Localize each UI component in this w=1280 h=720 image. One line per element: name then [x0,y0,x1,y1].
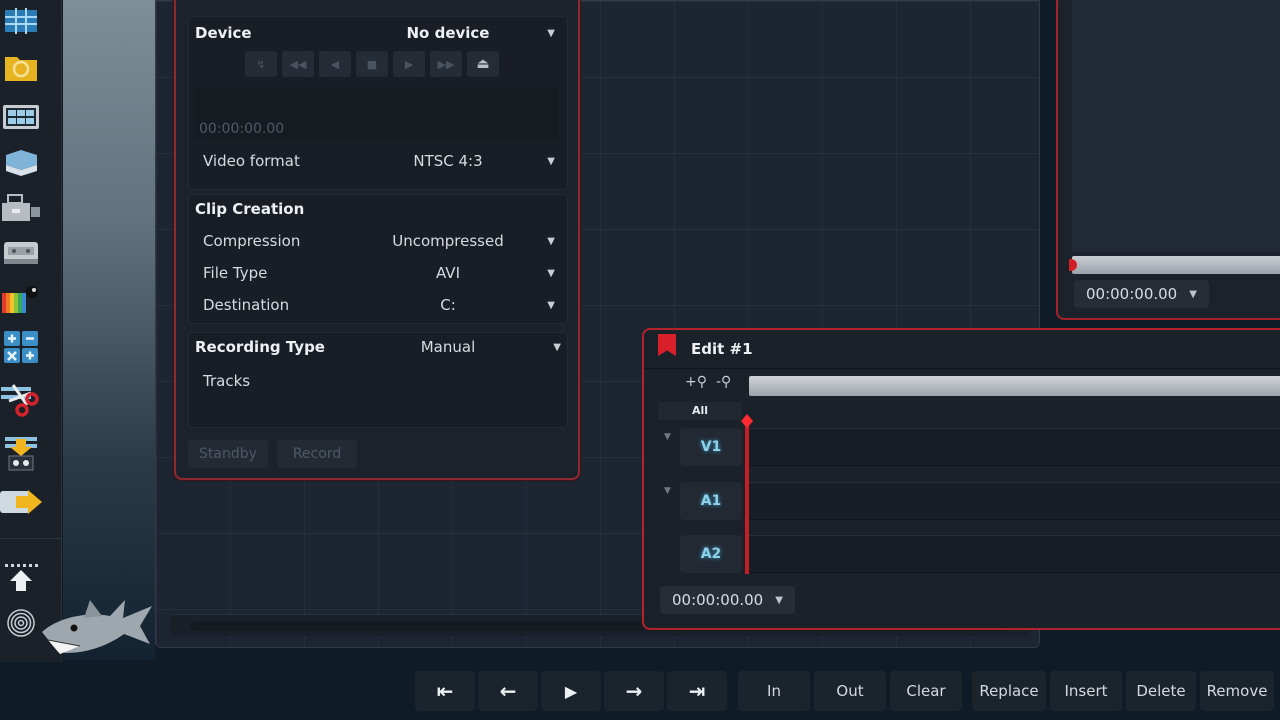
device-transport: ↯ ◀◀ ◀ ■ ▶ ▶▶ ⏏ [245,51,505,77]
player-timecode-value: 00:00:00.00 [1086,285,1178,303]
toolbar-divider [0,538,62,539]
timeline-ruler[interactable] [749,376,1280,396]
chevron-down-icon: ▼ [547,27,555,39]
play-button[interactable]: ▶ [541,671,601,711]
all-tracks-button[interactable]: All [658,402,742,420]
color-bars-icon[interactable] [0,283,42,317]
rewind-icon[interactable]: ◀◀ [282,51,314,77]
expand-icon[interactable]: ▼ [664,486,671,496]
grid-view-icon[interactable] [0,100,42,134]
edit-timecode-value: 00:00:00.00 [672,591,764,609]
edit-panel: Edit #1 +⚲ -⚲ All ▼ V1 ▼ A1 A2 00:00:00.… [642,328,1280,630]
device-select[interactable]: Device No device ▼ [189,19,567,47]
track-row: ▼ A1 [644,482,1280,522]
timeline-playhead[interactable] [745,418,749,574]
zoom-out-icon[interactable]: -⚲ [716,374,731,390]
clip-creation-header: Clip Creation [195,200,305,218]
bookmark-icon [658,334,676,356]
edit-title: Edit #1 [691,340,753,358]
insert-button[interactable]: Insert [1050,671,1122,711]
track-label[interactable]: V1 [680,428,742,466]
storyboard-icon[interactable] [0,4,42,38]
track-lane[interactable] [749,535,1280,573]
chevron-down-icon: ▼ [547,235,555,247]
tracks-label: Tracks [203,372,251,390]
step-back-icon[interactable]: ◀ [319,51,351,77]
toolbar-backdrop [63,0,155,660]
player-screen [1072,0,1280,252]
video-format-select[interactable]: Video format NTSC 4:3 ▼ [189,147,567,175]
device-value: No device [406,24,490,42]
destination-value: C: [440,296,456,314]
fingerprint-icon[interactable] [0,606,42,640]
compression-select[interactable]: Compression Uncompressed ▼ [189,227,567,255]
destination-select[interactable]: Destination C: ▼ [189,291,567,319]
cut-icon[interactable] [0,384,42,418]
import-icon[interactable] [0,436,42,471]
player-panel: 00:00:00.00 ▼ [1056,0,1280,320]
export-icon[interactable] [0,485,42,519]
media-folder-icon[interactable] [0,50,42,84]
playhead-handle[interactable] [741,414,753,428]
compression-value: Uncompressed [392,232,504,250]
clear-button[interactable]: Clear [890,671,962,711]
chevron-down-icon: ▼ [547,155,555,167]
edit-timecode[interactable]: 00:00:00.00 ▼ [660,586,795,614]
device-group: Device No device ▼ ↯ ◀◀ ◀ ■ ▶ ▶▶ ⏏ 00:00… [188,16,568,190]
go-to-start-button[interactable]: ⇤ [415,671,475,711]
go-to-end-button[interactable]: ⇥ [667,671,727,711]
tape-deck-icon[interactable] [0,236,42,270]
track-lane[interactable] [749,482,1280,520]
recording-type-value: Manual [420,338,476,356]
track-row: A2 [644,535,1280,575]
out-button[interactable]: Out [814,671,886,711]
chevron-down-icon: ▼ [547,299,555,311]
clip-creation-group: Clip Creation Compression Uncompressed ▼… [188,194,568,324]
upload-icon[interactable] [0,560,42,594]
track-label[interactable]: A2 [680,535,742,573]
capture-device-icon[interactable] [0,192,42,226]
recording-group: Recording Type Manual ▼ Tracks [188,332,568,428]
left-toolbar [0,0,62,662]
track-row: ▼ V1 [644,428,1280,468]
recording-type-select[interactable]: Recording Type Manual ▼ [189,333,567,361]
calculator-icon[interactable] [0,330,42,364]
player-playhead[interactable] [1069,259,1077,271]
video-format-value: NTSC 4:3 [413,152,483,170]
capture-preview: 00:00:00.00 [195,87,559,139]
standby-button[interactable]: Standby [188,440,268,468]
player-timecode[interactable]: 00:00:00.00 ▼ [1074,280,1209,308]
file-type-value: AVI [436,264,460,282]
eject-icon[interactable]: ⏏ [467,51,499,77]
track-label[interactable]: A1 [680,482,742,520]
chevron-down-icon: ▼ [775,594,783,606]
chevron-down-icon: ▼ [547,267,555,279]
expand-icon[interactable]: ▼ [664,432,671,442]
shark-mascot [40,590,155,660]
connect-icon[interactable]: ↯ [245,51,277,77]
step-back-button[interactable]: ← [478,671,538,711]
capture-panel: Device No device ▼ ↯ ◀◀ ◀ ■ ▶ ▶▶ ⏏ 00:00… [174,0,580,480]
delete-button[interactable]: Delete [1126,671,1196,711]
play-icon[interactable]: ▶ [393,51,425,77]
replace-button[interactable]: Replace [972,671,1046,711]
player-scrubber[interactable] [1069,256,1280,274]
fast-forward-icon[interactable]: ▶▶ [430,51,462,77]
track-lane[interactable] [749,428,1280,466]
chevron-down-icon: ▼ [553,341,561,353]
stop-icon[interactable]: ■ [356,51,388,77]
capture-timecode: 00:00:00.00 [199,121,285,137]
record-button[interactable]: Record [277,440,357,468]
remove-button[interactable]: Remove [1200,671,1274,711]
file-type-select[interactable]: File Type AVI ▼ [189,259,567,287]
step-forward-button[interactable]: → [604,671,664,711]
in-button[interactable]: In [738,671,810,711]
zoom-in-icon[interactable]: +⚲ [685,374,707,390]
layers-icon[interactable] [0,145,42,179]
chevron-down-icon: ▼ [1189,288,1197,300]
